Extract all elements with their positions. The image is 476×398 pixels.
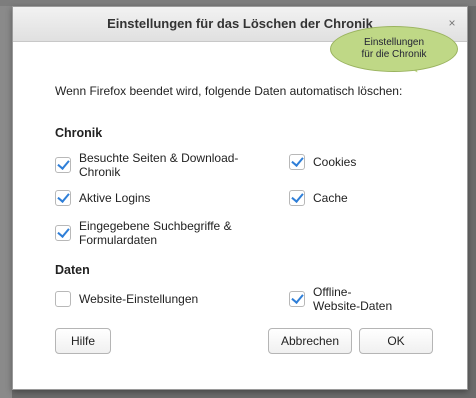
search-form-data-label: Eingegebene Suchbegriffe & Formulardaten	[79, 219, 232, 247]
cancel-button[interactable]: Abbrechen	[268, 328, 352, 354]
ok-button[interactable]: OK	[359, 328, 433, 354]
offline-data-label: Offline- Website-Daten	[313, 285, 393, 313]
checkmark-icon	[291, 291, 304, 304]
background-window-edge	[0, 0, 12, 398]
annotation-callout: Einstellungen für die Chronik	[330, 26, 458, 72]
callout-line-2: für die Chronik	[361, 49, 427, 60]
help-button[interactable]: Hilfe	[55, 328, 111, 354]
website-settings-label: Website-Einstellungen	[79, 292, 199, 306]
cache-checkbox[interactable]	[289, 190, 305, 206]
website-settings-checkbox[interactable]	[55, 291, 71, 307]
checkmark-icon	[57, 157, 70, 170]
checkmark-icon	[291, 190, 304, 203]
offline-data-checkbox[interactable]	[289, 291, 305, 307]
cookies-checkbox[interactable]	[289, 154, 305, 170]
checkbox-row-cache[interactable]: Cache	[289, 190, 348, 206]
checkmark-icon	[291, 154, 304, 167]
close-icon[interactable]: ×	[445, 16, 459, 30]
checkbox-row-cookies[interactable]: Cookies	[289, 154, 356, 170]
active-logins-label: Aktive Logins	[79, 191, 151, 205]
callout-line-1: Einstellungen	[363, 37, 425, 48]
active-logins-checkbox[interactable]	[55, 190, 71, 206]
intro-text: Wenn Firefox beendet wird, folgende Date…	[55, 84, 403, 98]
checkbox-row-visited-pages[interactable]: Besuchte Seiten & Download- Chronik	[55, 151, 238, 179]
cache-label: Cache	[313, 191, 348, 205]
checkmark-icon	[57, 190, 70, 203]
checkbox-row-search-form-data[interactable]: Eingegebene Suchbegriffe & Formulardaten	[55, 219, 232, 247]
checkmark-icon	[57, 225, 70, 238]
cookies-label: Cookies	[313, 155, 357, 169]
section-heading-chronik: Chronik	[55, 126, 103, 140]
section-heading-daten: Daten	[55, 263, 90, 277]
checkbox-row-offline-data[interactable]: Offline- Website-Daten	[289, 285, 392, 313]
visited-pages-label: Besuchte Seiten & Download- Chronik	[79, 151, 239, 179]
visited-pages-checkbox[interactable]	[55, 157, 71, 173]
checkbox-row-active-logins[interactable]: Aktive Logins	[55, 190, 150, 206]
search-form-data-checkbox[interactable]	[55, 225, 71, 241]
checkbox-row-website-settings[interactable]: Website-Einstellungen	[55, 291, 198, 307]
